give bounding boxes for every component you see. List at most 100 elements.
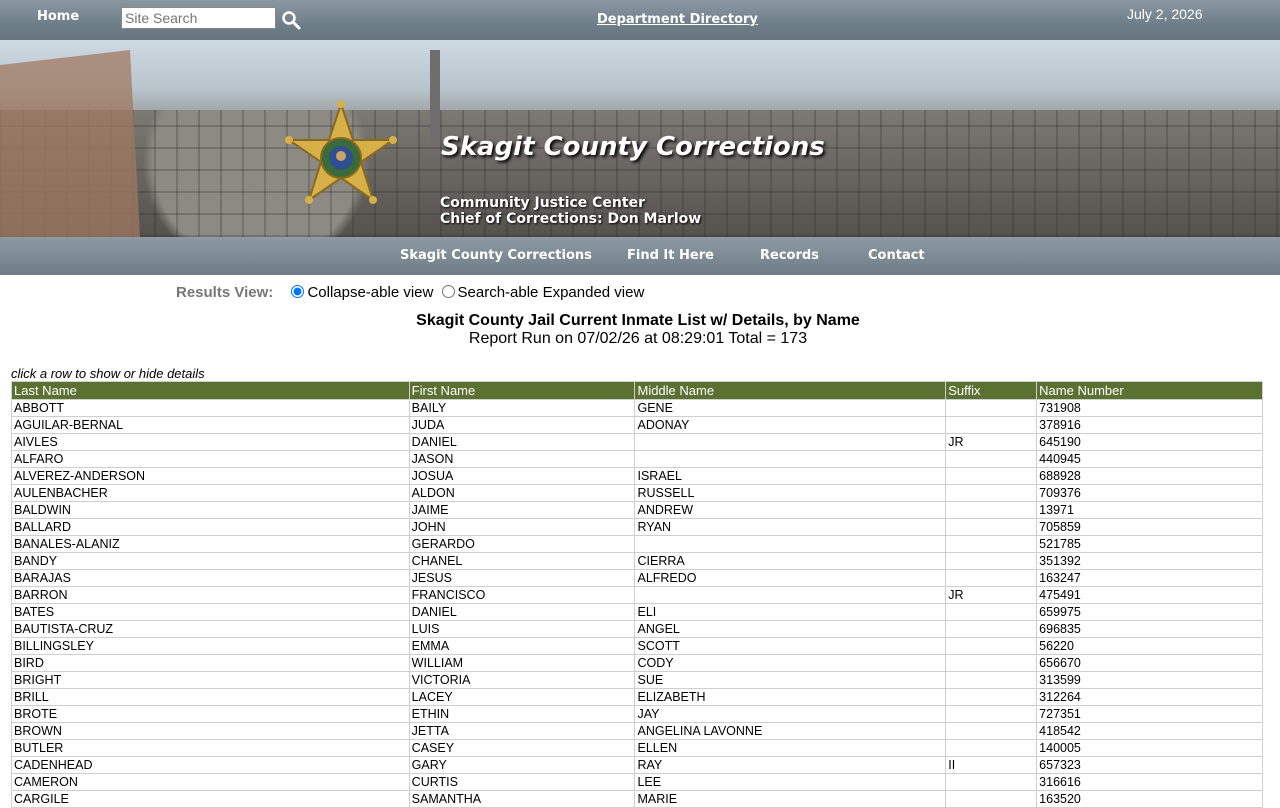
last-name-cell: BRILL — [11, 688, 410, 706]
last-name-cell: BANALES-ALANIZ — [11, 535, 410, 553]
name-number-cell: 475491 — [1036, 586, 1263, 604]
table-row[interactable]: AULENBACHER ALDON RUSSELL 709376 — [11, 484, 1263, 502]
last-name-cell: BILLINGSLEY — [11, 637, 410, 655]
table-row[interactable]: BARAJAS JESUS ALFREDO 163247 — [11, 569, 1263, 587]
table-row[interactable]: CARGILE SAMANTHA MARIE 163520 — [11, 790, 1263, 808]
table-row[interactable]: BRIGHT VICTORIA SUE 313599 — [11, 671, 1263, 689]
table-row[interactable]: BANDY CHANEL CIERRA 351392 — [11, 552, 1263, 570]
table-row[interactable]: BAUTISTA-CRUZ LUIS ANGEL 696835 — [11, 620, 1263, 638]
last-name-cell: BUTLER — [11, 739, 410, 757]
nav-find-it-here[interactable]: Find It Here — [627, 248, 714, 263]
middle-name-cell: MARIE — [634, 790, 947, 808]
middle-name-cell — [634, 433, 947, 451]
table-row[interactable]: CAMERON CURTIS LEE 316616 — [11, 773, 1263, 791]
table-row[interactable]: BUTLER CASEY ELLEN 140005 — [11, 739, 1263, 757]
nav-records[interactable]: Records — [760, 248, 819, 263]
expanded-view-label[interactable]: Search-able Expanded view — [458, 284, 645, 301]
first-name-cell: JOSUA — [408, 467, 636, 485]
last-name-cell: ALVEREZ-ANDERSON — [11, 467, 410, 485]
name-number-cell: 378916 — [1036, 416, 1263, 434]
last-name-cell: BARAJAS — [11, 569, 410, 587]
first-name-header: First Name — [408, 381, 636, 400]
search-icon[interactable] — [281, 10, 301, 30]
table-row[interactable]: BARRON FRANCISCO JR 475491 — [11, 586, 1263, 604]
table-row[interactable]: BILLINGSLEY EMMA SCOTT 56220 — [11, 637, 1263, 655]
table-row[interactable]: BALLARD JOHN RYAN 705859 — [11, 518, 1263, 536]
first-name-cell: WILLIAM — [408, 654, 636, 672]
last-name-cell: ABBOTT — [11, 399, 410, 417]
table-row[interactable]: BANALES-ALANIZ GERARDO 521785 — [11, 535, 1263, 553]
header-banner: Skagit County Corrections Community Just… — [0, 40, 1280, 237]
table-row[interactable]: BROWN JETTA ANGELINA LAVONNE 418542 — [11, 722, 1263, 740]
middle-name-cell — [634, 450, 947, 468]
middle-name-cell: ANDREW — [634, 501, 947, 519]
middle-name-cell: ELIZABETH — [634, 688, 947, 706]
first-name-cell: ETHIN — [408, 705, 636, 723]
first-name-cell: VICTORIA — [408, 671, 636, 689]
table-row[interactable]: AGUILAR-BERNAL JUDA ADONAY 378916 — [11, 416, 1263, 434]
table-row[interactable]: BATES DANIEL ELI 659975 — [11, 603, 1263, 621]
table-row[interactable]: BROTE ETHIN JAY 727351 — [11, 705, 1263, 723]
table-row[interactable]: ALFARO JASON 440945 — [11, 450, 1263, 468]
first-name-cell: SAMANTHA — [408, 790, 636, 808]
middle-name-cell: ELLEN — [634, 739, 947, 757]
current-date: July 2, 2026 — [1127, 6, 1203, 22]
middle-name-cell — [634, 586, 947, 604]
suffix-cell — [945, 450, 1038, 468]
suffix-cell — [945, 722, 1038, 740]
first-name-cell: EMMA — [408, 637, 636, 655]
banner-subtitle-chief: Chief of Corrections: Don Marlow — [440, 211, 702, 227]
table-row[interactable]: AIVLES DANIEL JR 645190 — [11, 433, 1263, 451]
suffix-cell — [945, 739, 1038, 757]
suffix-cell — [945, 399, 1038, 417]
name-number-cell: 645190 — [1036, 433, 1263, 451]
table-header-row: Last Name First Name Middle Name Suffix Name… — [11, 381, 1263, 400]
middle-name-cell: CODY — [634, 654, 947, 672]
department-directory-link[interactable]: Department Directory — [597, 12, 758, 27]
banner-subtitle-facility: Community Justice Center — [440, 195, 645, 211]
first-name-cell: JASON — [408, 450, 636, 468]
last-name-cell: BANDY — [11, 552, 410, 570]
first-name-cell: DANIEL — [408, 433, 636, 451]
suffix-cell — [945, 705, 1038, 723]
middle-name-cell: LEE — [634, 773, 947, 791]
suffix-cell — [945, 501, 1038, 519]
nav-skagit-county-corrections[interactable]: Skagit County Corrections — [400, 248, 592, 263]
name-number-cell: 709376 — [1036, 484, 1263, 502]
results-view-selector: Results View: Collapse-able view Search-… — [176, 284, 644, 301]
row-toggle-hint: click a row to show or hide details — [11, 366, 205, 381]
middle-name-cell: ISRAEL — [634, 467, 947, 485]
middle-name-cell: SCOTT — [634, 637, 947, 655]
expanded-view-radio[interactable] — [441, 285, 455, 298]
table-row[interactable]: ABBOTT BAILY GENE 731908 — [11, 399, 1263, 417]
suffix-cell — [945, 654, 1038, 672]
name-number-cell: 440945 — [1036, 450, 1263, 468]
table-row[interactable]: ALVEREZ-ANDERSON JOSUA ISRAEL 688928 — [11, 467, 1263, 485]
name-number-cell: 688928 — [1036, 467, 1263, 485]
table-row[interactable]: CADENHEAD GARY RAY II 657323 — [11, 756, 1263, 774]
first-name-cell: BAILY — [408, 399, 636, 417]
middle-name-cell: JAY — [634, 705, 947, 723]
suffix-header: Suffix — [945, 381, 1038, 400]
name-number-cell: 731908 — [1036, 399, 1263, 417]
report-title: Skagit County Jail Current Inmate List w… — [416, 312, 860, 329]
name-number-cell: 163520 — [1036, 790, 1263, 808]
main-nav: Skagit County Corrections Find It Here R… — [0, 237, 1280, 275]
name-number-header: Name Number — [1036, 381, 1263, 400]
last-name-header: Last Name — [11, 381, 410, 400]
middle-name-cell: SUE — [634, 671, 947, 689]
collapse-view-radio[interactable] — [291, 285, 305, 298]
suffix-cell — [945, 790, 1038, 808]
table-row[interactable]: BIRD WILLIAM CODY 656670 — [11, 654, 1263, 672]
last-name-cell: BARRON — [11, 586, 410, 604]
last-name-cell: BATES — [11, 603, 410, 621]
name-number-cell: 418542 — [1036, 722, 1263, 740]
inmate-table-body: ABBOTT BAILY GENE 731908 AGUILAR-BERNAL JUDA A… — [11, 399, 1263, 808]
collapse-view-label[interactable]: Collapse-able view — [307, 284, 433, 301]
site-search-input[interactable] — [121, 7, 276, 29]
home-link[interactable]: Home — [37, 9, 79, 24]
table-row[interactable]: BRILL LACEY ELIZABETH 312264 — [11, 688, 1263, 706]
name-number-cell: 521785 — [1036, 535, 1263, 553]
table-row[interactable]: BALDWIN JAIME ANDREW 13971 — [11, 501, 1263, 519]
nav-contact[interactable]: Contact — [868, 248, 925, 263]
